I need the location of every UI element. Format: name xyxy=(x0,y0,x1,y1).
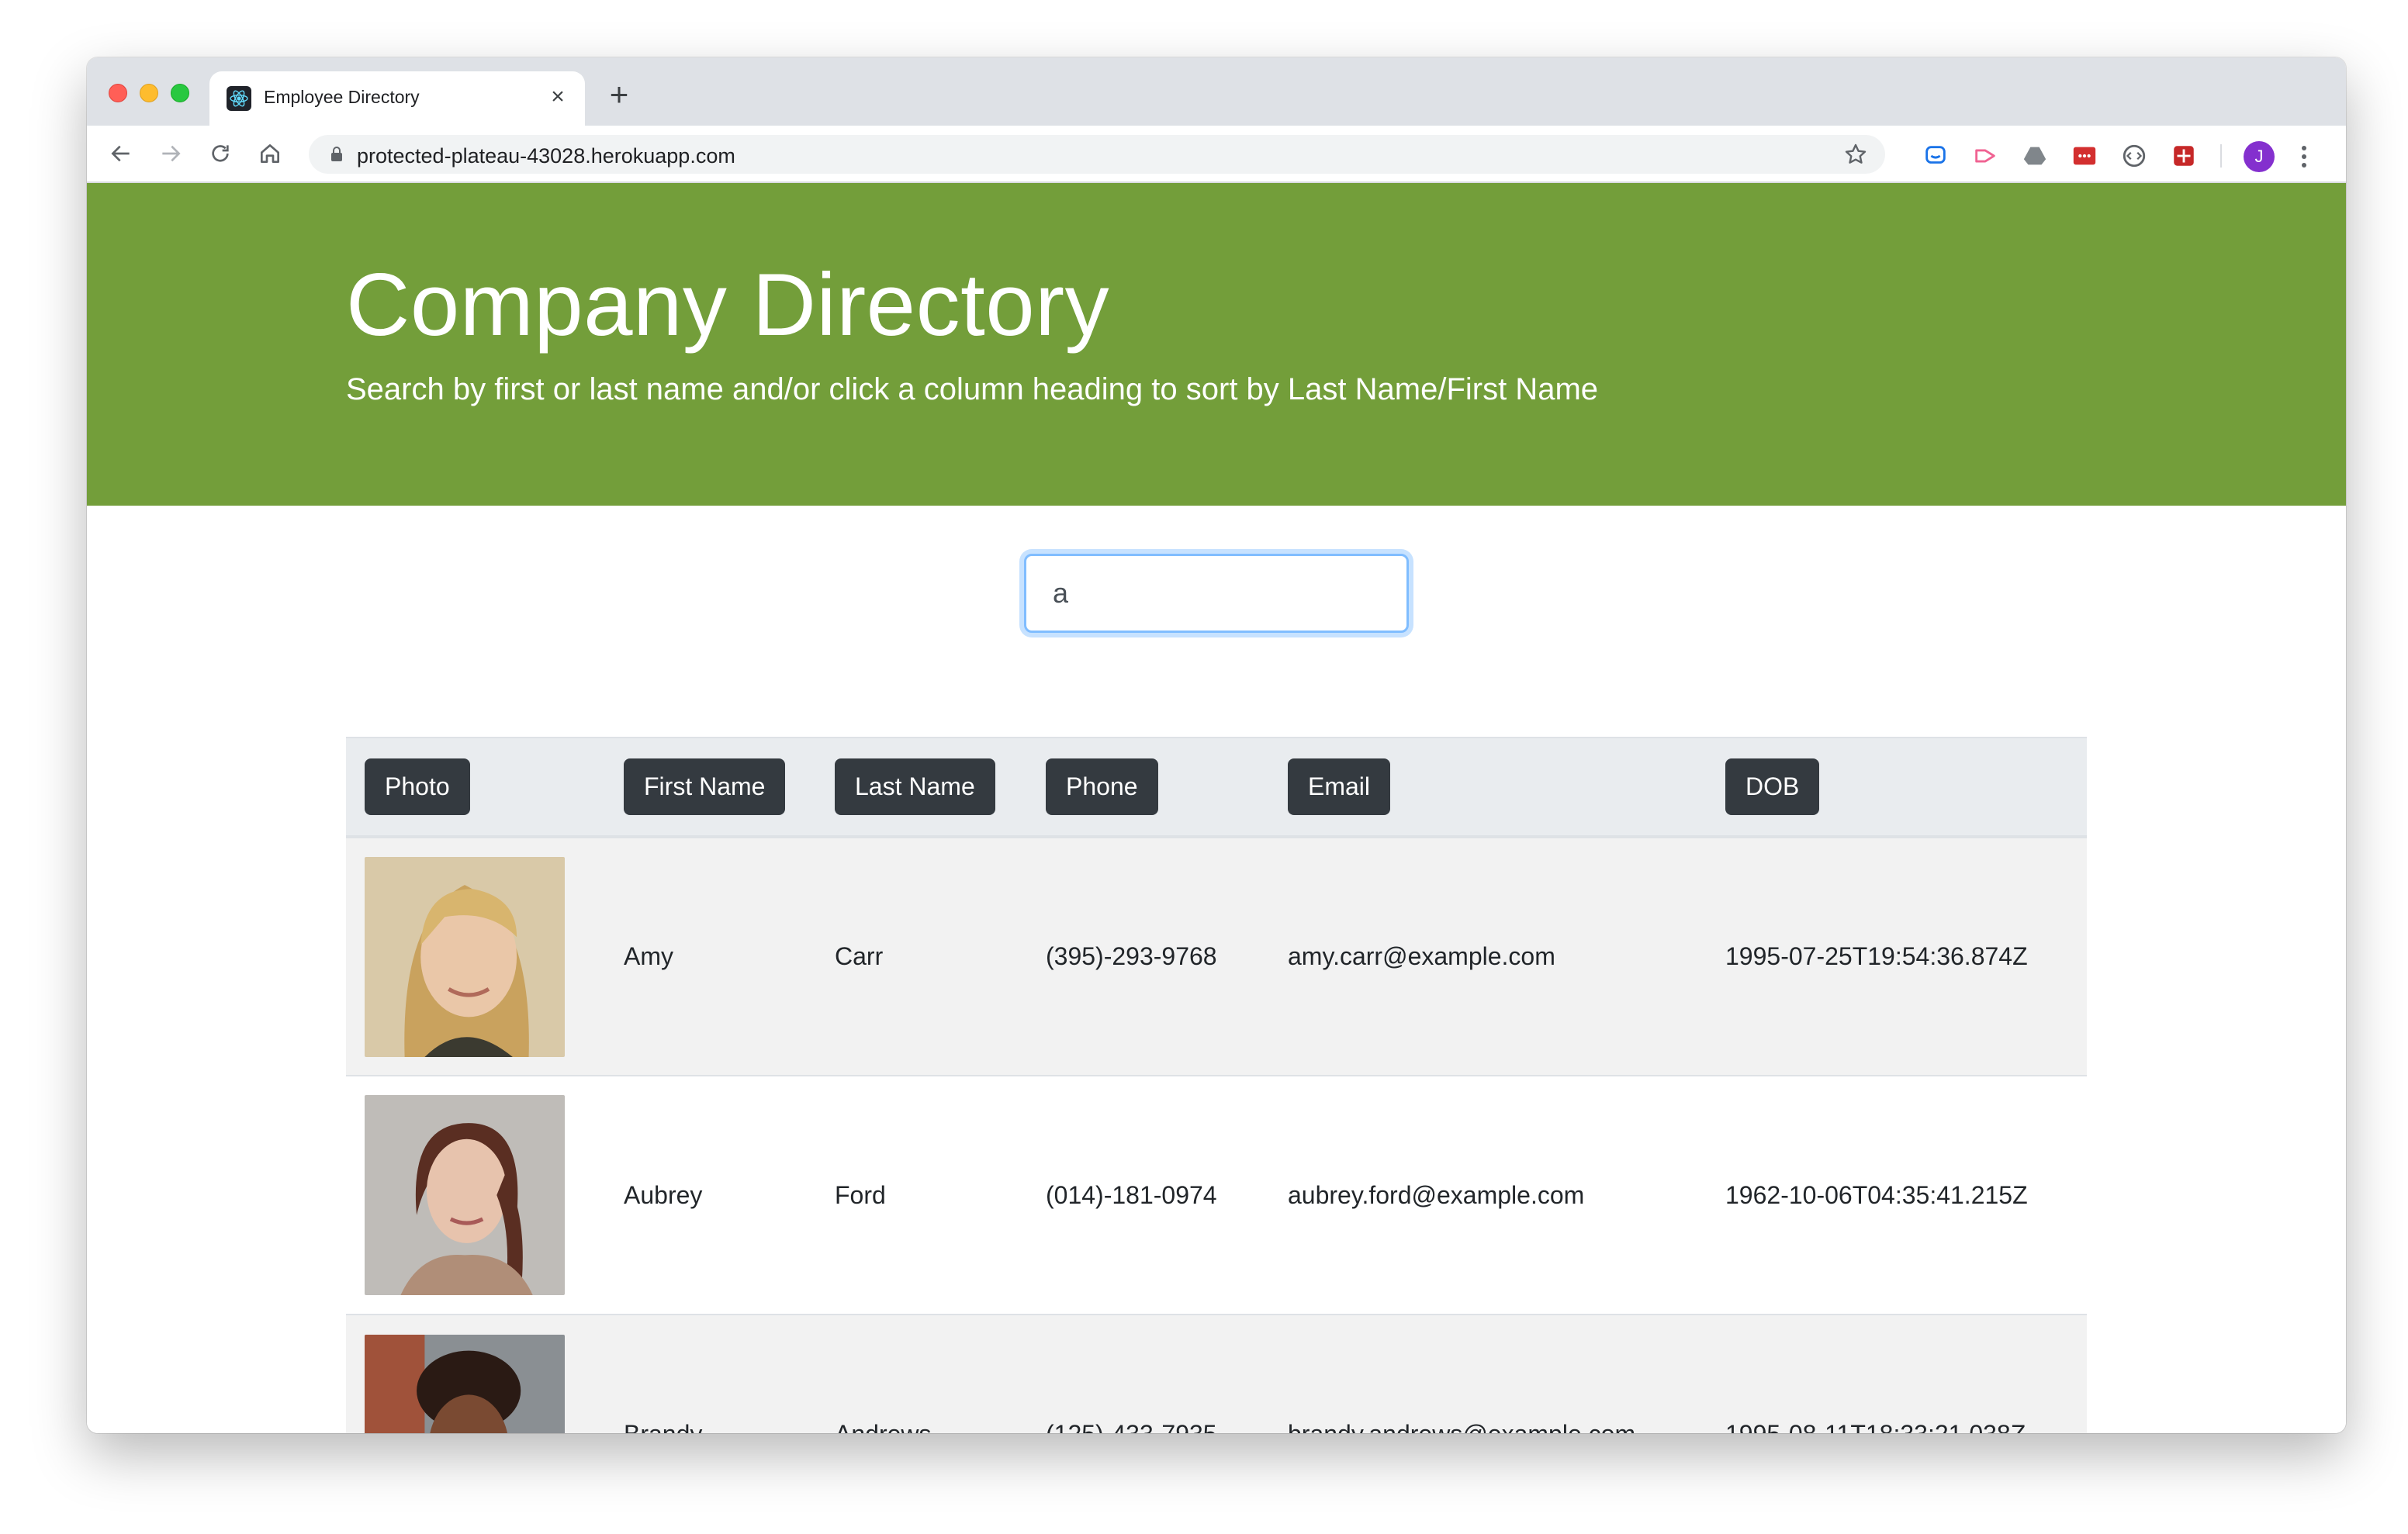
minimize-window-button[interactable] xyxy=(140,84,158,102)
last-name-cell: Andrews xyxy=(816,1315,1027,1433)
bookmark-star-icon[interactable] xyxy=(1843,142,1868,167)
menu-icon[interactable] xyxy=(2296,141,2312,172)
page-title: Company Directory xyxy=(346,256,1110,354)
first-name-cell: Aubrey xyxy=(624,1180,703,1209)
dob-cell: 1962-10-06T04:35:41.215Z xyxy=(1725,1180,2028,1209)
employee-table: Photo First Name Last Name Phone Email D… xyxy=(346,737,2087,1433)
column-header-phone: Phone xyxy=(1027,738,1269,837)
tab-strip: Employee Directory × + xyxy=(87,57,2346,126)
browser-tab[interactable]: Employee Directory × xyxy=(209,71,585,126)
first-name-cell: Brandy xyxy=(605,1315,816,1433)
column-header-last-name: Last Name xyxy=(816,738,1027,837)
sort-dob-button[interactable]: DOB xyxy=(1725,758,1820,815)
toolbar-divider xyxy=(2220,144,2222,168)
home-icon[interactable] xyxy=(251,135,289,172)
sort-phone-button[interactable]: Phone xyxy=(1046,758,1158,815)
photo-cell xyxy=(346,1076,605,1315)
dob-cell: 1995-07-25T19:54:36.874Z xyxy=(1725,942,2028,970)
tab-close-icon[interactable]: × xyxy=(545,84,571,110)
back-icon[interactable] xyxy=(102,135,140,172)
email-cell: amy.carr@example.com xyxy=(1288,942,1555,970)
browser-toolbar: protected-plateau-43028.herokuapp.com J xyxy=(87,126,2346,183)
close-window-button[interactable] xyxy=(109,84,127,102)
sort-email-button[interactable]: Email xyxy=(1288,758,1391,815)
photo-cell xyxy=(346,837,605,1076)
page-content: Company Directory Search by first or las… xyxy=(87,183,2346,1433)
profile-avatar[interactable]: J xyxy=(2244,141,2275,172)
phone-cell: (125)-433-7935 xyxy=(1027,1315,1269,1433)
employee-photo xyxy=(365,856,565,1057)
column-header-dob: DOB xyxy=(1707,738,2087,837)
phone-cell: (014)-181-0974 xyxy=(1046,1180,1217,1209)
sort-last-name-button[interactable]: Last Name xyxy=(835,758,995,815)
employee-photo xyxy=(365,1334,565,1433)
lock-icon xyxy=(331,147,342,161)
drive-extension-icon[interactable] xyxy=(2022,143,2048,169)
search-input[interactable]: a xyxy=(1024,554,1409,633)
column-header-photo: Photo xyxy=(346,738,605,837)
page-subtitle: Search by first or last name and/or clic… xyxy=(346,372,1599,406)
new-tab-icon[interactable]: + xyxy=(602,78,636,112)
last-name-cell: Ford xyxy=(835,1180,886,1209)
sort-first-name-button[interactable]: First Name xyxy=(624,758,786,815)
table-row: Brandy Andrews (125)-433-7935 brandy.and… xyxy=(346,1315,2087,1433)
chat-extension-icon[interactable] xyxy=(1922,143,1949,169)
browser-window: Employee Directory × + protected-plateau… xyxy=(87,57,2346,1433)
gift-extension-icon[interactable] xyxy=(2171,143,2197,169)
column-header-first-name: First Name xyxy=(605,738,816,837)
table-row: Amy Carr (395)-293-9768 amy.carr@example… xyxy=(346,837,2087,1076)
react-favicon-icon xyxy=(227,86,251,111)
dob-cell: 1995-08-11T18:33:21.038Z xyxy=(1707,1315,2087,1433)
email-cell: aubrey.ford@example.com xyxy=(1288,1180,1585,1209)
sort-photo-button[interactable]: Photo xyxy=(365,758,470,815)
address-bar[interactable]: protected-plateau-43028.herokuapp.com xyxy=(309,135,1885,174)
url-text: protected-plateau-43028.herokuapp.com xyxy=(357,144,735,168)
column-header-email: Email xyxy=(1269,738,1707,837)
cast-extension-icon[interactable] xyxy=(1972,143,1998,169)
table-row: Aubrey Ford (014)-181-0974 aubrey.ford@e… xyxy=(346,1076,2087,1315)
reload-icon[interactable] xyxy=(202,135,239,172)
zoom-window-button[interactable] xyxy=(171,84,189,102)
code-extension-icon[interactable] xyxy=(2121,143,2147,169)
last-name-cell: Carr xyxy=(835,942,884,970)
first-name-cell: Amy xyxy=(624,942,673,970)
phone-cell: (395)-293-9768 xyxy=(1046,942,1217,970)
email-cell: brandy.andrews@example.com xyxy=(1269,1315,1707,1433)
header-banner: Company Directory Search by first or las… xyxy=(87,183,2346,506)
photo-cell xyxy=(346,1315,605,1433)
lastpass-extension-icon[interactable] xyxy=(2071,143,2098,169)
table-header-row: Photo First Name Last Name Phone Email D… xyxy=(346,738,2087,837)
forward-icon[interactable] xyxy=(152,135,189,172)
employee-photo xyxy=(365,1095,565,1295)
tab-title: Employee Directory xyxy=(264,87,420,107)
